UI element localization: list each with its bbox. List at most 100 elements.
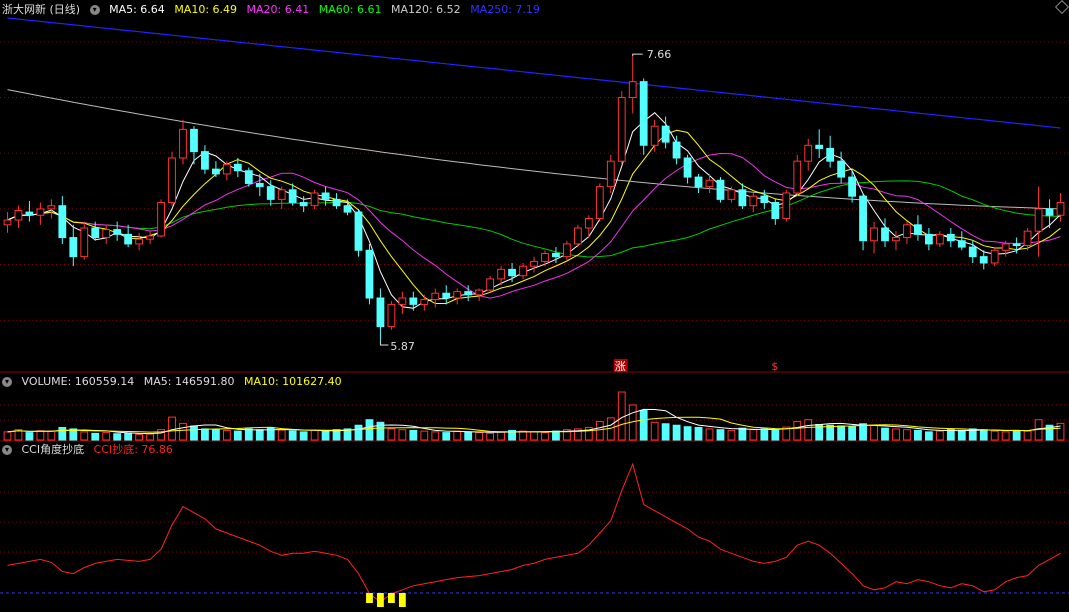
chevron-down-icon[interactable]: ▾: [2, 377, 12, 387]
volume-bar: [442, 432, 451, 441]
volume-bar: [431, 431, 440, 441]
volume-bar: [201, 428, 209, 441]
cci-bottom-signal-bar: [366, 593, 373, 603]
candle-body: [935, 233, 944, 245]
candle-body: [716, 179, 725, 200]
volume-bar: [47, 430, 56, 441]
volume-bar: [124, 432, 133, 441]
candle-body: [58, 205, 67, 239]
volume-bar: [1001, 431, 1010, 441]
candle-body: [1045, 208, 1054, 216]
candle-body: [1001, 243, 1010, 251]
volume-bar: [409, 429, 418, 441]
candle-body: [859, 195, 867, 242]
cci-bottom-signal-bar: [398, 593, 406, 607]
candle-body: [628, 81, 637, 99]
candle-body: [727, 189, 736, 200]
candle-body: [552, 252, 560, 258]
candle-body: [475, 289, 484, 296]
candle-body: [957, 240, 966, 248]
candle-body: [354, 211, 363, 251]
volume-bar: [146, 433, 154, 441]
chevron-down-icon[interactable]: ▾: [2, 445, 12, 455]
candle-body: [343, 205, 352, 213]
volume-bar: [453, 430, 462, 441]
chevron-down-icon[interactable]: ▾: [89, 5, 100, 15]
candle-body: [804, 144, 813, 162]
candle-body: [771, 202, 780, 219]
volume-bar: [749, 429, 758, 441]
volume-bar: [793, 421, 802, 441]
candle-body: [519, 265, 527, 277]
ma5-label: MA5: 6.64: [109, 3, 165, 16]
candle-body: [244, 170, 253, 184]
ma250-line: [7, 17, 1061, 129]
volume-bar: [935, 430, 944, 441]
volume-bar: [58, 426, 67, 441]
volume-bar: [255, 429, 264, 441]
volume-bar: [716, 429, 725, 441]
volume-bar: [914, 429, 922, 441]
volume-bar: [244, 428, 253, 441]
candle-body: [299, 202, 308, 207]
candle-body: [47, 205, 56, 210]
candle-body: [683, 157, 692, 178]
candle-body: [1034, 208, 1043, 232]
candle-body: [80, 227, 89, 258]
candle-body: [453, 291, 462, 299]
volume-bar: [36, 430, 45, 441]
main-header: 浙大网新 (日线) ▾ MA5: 6.64 MA10: 6.49 MA20: 6…: [2, 2, 546, 18]
candle-body: [365, 249, 374, 299]
volume-bar: [881, 427, 889, 441]
candle-body: [694, 176, 703, 188]
candle-body: [190, 128, 198, 153]
candle-body: [431, 292, 440, 301]
volume-bar: [979, 429, 988, 441]
candle-body: [91, 227, 100, 239]
volume-bar: [957, 429, 966, 441]
candle-body: [990, 249, 999, 264]
volume-bar: [661, 423, 670, 441]
ma10-line: [7, 129, 1061, 304]
candle-body: [573, 227, 582, 245]
ma5-line: [7, 112, 1061, 309]
candle-body: [815, 144, 824, 149]
candle-body: [924, 233, 933, 245]
volume-ma5-line: [7, 408, 1061, 435]
candle-body: [288, 189, 297, 204]
candle-body: [14, 210, 23, 221]
candle-body: [398, 297, 407, 305]
candle-body: [749, 195, 758, 207]
candle-body: [508, 268, 516, 277]
candle-body: [387, 303, 396, 328]
candle-body: [3, 219, 12, 226]
cci-title: CCI角度抄底: [21, 443, 85, 456]
candle-body: [310, 192, 319, 207]
ma250-label: MA250: 7.19: [470, 3, 540, 16]
volume-bar: [946, 429, 955, 441]
stock-title: 浙大网新 (日线): [2, 3, 81, 16]
candle-body: [914, 224, 922, 235]
candle-body: [211, 168, 220, 175]
candle-body: [409, 297, 418, 305]
candle-body: [595, 186, 604, 219]
volume-bar: [475, 432, 484, 441]
candle-body: [222, 163, 231, 175]
volume-bar: [837, 425, 846, 441]
high-price-label: 7.66: [647, 48, 672, 61]
event-marker-s: $: [771, 360, 778, 373]
candle-body: [979, 256, 988, 264]
candle-body: [968, 246, 977, 258]
volume-bar: [179, 422, 187, 441]
volume-bar: [211, 429, 220, 441]
candle-body: [672, 141, 681, 159]
candle-body: [530, 260, 538, 267]
candle-body: [705, 179, 714, 188]
volume-ma10-line: [7, 416, 1061, 433]
candle-body: [826, 147, 835, 162]
volume-label: VOLUME: 160559.14: [21, 375, 135, 388]
volume-bar: [102, 432, 111, 441]
candle-body: [661, 125, 670, 143]
volume-bar: [617, 391, 626, 441]
candle-body: [946, 233, 955, 242]
